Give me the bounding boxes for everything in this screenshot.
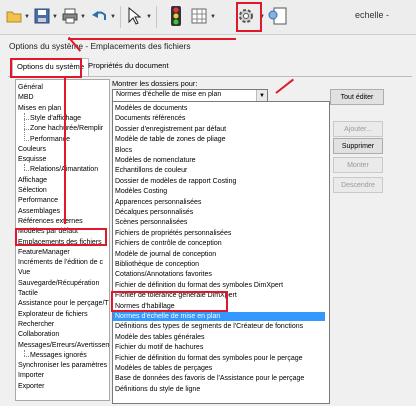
traffic-light-icon[interactable]: [166, 6, 186, 26]
folder-type-option[interactable]: Fichiers de contrôle de conception: [113, 239, 325, 248]
tree-item[interactable]: Couleurs: [18, 145, 46, 155]
folder-type-option[interactable]: Modèles de nomenclature: [113, 156, 325, 165]
tree-item[interactable]: Sélection: [18, 186, 47, 196]
print-icon[interactable]: [60, 6, 80, 26]
folder-type-option[interactable]: Blocs: [113, 146, 325, 155]
tree-item[interactable]: Sauvegarde/Récupération: [18, 279, 99, 289]
chevron-down-icon[interactable]: ▼: [210, 14, 216, 20]
folder-type-dropdown-list[interactable]: Modèles de documents Documents référencés…: [112, 101, 330, 404]
folder-type-option[interactable]: Scènes personnalisées: [113, 218, 325, 227]
tree-item[interactable]: Exporter: [18, 382, 44, 392]
tree-item[interactable]: MBD: [18, 93, 34, 103]
tree-item[interactable]: Synchroniser les paramètres: [18, 361, 107, 371]
folder-type-option[interactable]: Modèles de documents: [113, 104, 325, 113]
tree-item[interactable]: Général: [18, 83, 43, 93]
undo-icon[interactable]: [90, 6, 110, 26]
folder-type-option[interactable]: Echantillons de couleur: [113, 166, 325, 175]
folder-type-option[interactable]: Décalques personnalisés: [113, 208, 325, 217]
tree-connector: [24, 349, 25, 356]
folder-icon[interactable]: [4, 6, 24, 26]
tree-item[interactable]: Messages ignorés: [30, 351, 87, 361]
folder-type-option[interactable]: Base de données des favoris de l'Assista…: [113, 374, 325, 383]
tree-item[interactable]: Affichage: [18, 176, 47, 186]
folder-type-option[interactable]: Documents référencés: [113, 114, 325, 123]
dialog-title: Options du système - Emplacements des fi…: [9, 41, 191, 51]
tree-item[interactable]: Style d'affichage: [30, 114, 81, 124]
move-down-button[interactable]: Descendre: [333, 177, 383, 193]
annotation-box-file-locations: [15, 228, 107, 246]
tree-connector: [24, 170, 29, 172]
folder-type-option[interactable]: Bibliothèque de conception: [113, 260, 325, 269]
tree-connector: [24, 355, 29, 357]
folder-type-select-value: Normes d'échelle de mise en plan: [116, 91, 222, 98]
show-folders-label: Montrer les dossiers pour:: [112, 79, 198, 88]
tree-item[interactable]: Explorateur de fichiers: [18, 310, 88, 320]
folder-type-option[interactable]: Modèles de tables de perçages: [113, 364, 325, 373]
tab-document-properties[interactable]: Propriétés du document: [84, 58, 173, 74]
chevron-down-icon[interactable]: ▼: [146, 14, 152, 20]
folder-type-option[interactable]: Dossier d'enregistrement par défaut: [113, 125, 325, 134]
chevron-down-icon[interactable]: ▼: [24, 14, 30, 20]
folder-type-option[interactable]: Définitions des types de segments de l'C…: [113, 322, 325, 331]
folder-type-option[interactable]: Fichiers de propriétés personnalisées: [113, 229, 325, 238]
delete-button[interactable]: Supprimer: [333, 138, 383, 154]
tree-item[interactable]: Tactile: [18, 289, 38, 299]
folder-type-option[interactable]: Modèle de journal de conception: [113, 250, 325, 259]
folder-type-option[interactable]: Modèle de table de zones de pliage: [113, 135, 325, 144]
chevron-down-icon[interactable]: ▼: [256, 90, 267, 101]
annotation-arrow-line: [68, 38, 236, 40]
annotation-box-options-icon: [236, 2, 262, 32]
folder-type-option[interactable]: Modèle des tables générales: [113, 333, 325, 342]
tree-connector: [24, 139, 29, 141]
add-button[interactable]: Ajouter...: [333, 121, 383, 137]
toolbar: ▼ ▼ ▼ ▼ ▼ ▼ ▼ echelle -: [0, 0, 416, 35]
tree-item[interactable]: Vue: [18, 268, 30, 278]
select-pointer-icon[interactable]: [124, 6, 144, 26]
annotation-arrow-vertical: [64, 76, 66, 224]
tree-item[interactable]: FeatureManager: [18, 248, 70, 258]
tree-item[interactable]: Performance: [18, 196, 58, 206]
annotation-box-selected-option: [111, 291, 228, 312]
chevron-down-icon[interactable]: ▼: [52, 14, 58, 20]
grid-icon[interactable]: [189, 6, 209, 26]
folder-type-option[interactable]: Définitions du style de ligne: [113, 385, 325, 394]
folder-type-option[interactable]: Fichier du motif de hachures: [113, 343, 325, 352]
tree-item[interactable]: Collaboration: [18, 330, 59, 340]
folder-type-option[interactable]: Dossier de modèles de rapport Costing: [113, 177, 325, 186]
folder-type-option[interactable]: Fichier de définition du format des symb…: [113, 354, 325, 363]
toolbar-separator: [156, 6, 157, 28]
tree-item[interactable]: Esquisse: [18, 155, 46, 165]
move-up-button[interactable]: Monter: [333, 157, 383, 173]
tree-item[interactable]: Zone hachurée/Remplir: [30, 124, 103, 134]
edit-all-button[interactable]: Tout éditer: [330, 89, 384, 105]
folder-type-option[interactable]: Modèles Costing: [113, 187, 325, 196]
document-properties-icon[interactable]: [268, 6, 288, 26]
tree-item[interactable]: Assemblages: [18, 207, 60, 217]
tree-item[interactable]: Messages/Erreurs/Avertissem: [18, 341, 109, 351]
toolbar-separator: [120, 6, 121, 28]
folder-type-option[interactable]: Cotations/Annotations favorites: [113, 270, 325, 279]
tree-connector: [24, 112, 25, 140]
save-icon[interactable]: [32, 6, 52, 26]
tree-item[interactable]: Incréments de l'édition de c: [18, 258, 103, 268]
chevron-down-icon[interactable]: ▼: [110, 14, 116, 20]
app-title: echelle -: [355, 10, 390, 20]
folder-type-option[interactable]: Normes d'échelle de mise en plan: [113, 312, 325, 322]
tree-item[interactable]: Importer: [18, 371, 44, 381]
folder-type-option[interactable]: Apparences personnalisées: [113, 198, 325, 207]
annotation-arrow-to-select: [275, 78, 294, 94]
folder-type-option[interactable]: Fichier de définition du format des symb…: [113, 281, 325, 290]
annotation-box-system-tab: [10, 58, 82, 78]
tree-item[interactable]: Rechercher: [18, 320, 54, 330]
tree-connector: [24, 164, 25, 171]
chevron-down-icon[interactable]: ▼: [80, 14, 86, 20]
tree-item[interactable]: Assistance pour le perçage/T: [18, 299, 109, 309]
tree-item[interactable]: Références externes: [18, 217, 83, 227]
